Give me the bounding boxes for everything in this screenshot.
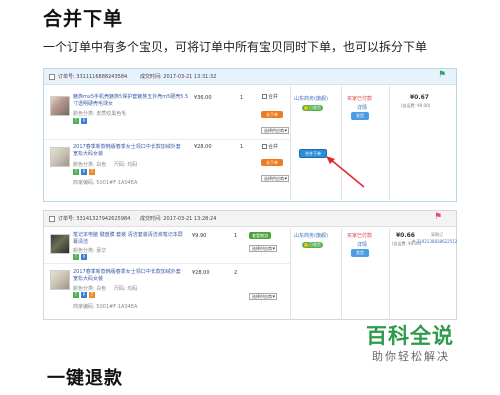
payment-status: 买家已付款: [347, 233, 373, 239]
purchase-order-link[interactable]: # 3192138838622512: [412, 239, 457, 244]
product-price: ¥28.00: [194, 144, 212, 150]
order-total: ¥0.66: [396, 232, 415, 239]
order-time: 成交时间: 2017-03-21 13:28:24: [140, 216, 217, 222]
order-header: 订单号: 33141327942625984 成交时间: 2017-03-21 …: [44, 211, 456, 227]
status-badge: 已收货: [302, 242, 323, 248]
order-select-checkbox[interactable]: [49, 216, 55, 222]
product-attr: 尺码: 均码: [114, 162, 138, 168]
supplier-select[interactable]: 选择供应商: [261, 175, 289, 182]
shipping-fee: (含运费: ¥0.00): [401, 103, 431, 108]
product-image[interactable]: [50, 270, 70, 290]
tag-icon: T: [73, 118, 79, 124]
product-attr: 颜色分类: 白色: [73, 286, 107, 292]
merge-checkbox[interactable]: 合并: [262, 143, 278, 150]
supplier-select[interactable]: 选择供应商: [261, 127, 289, 134]
tag-icon: T: [89, 169, 95, 175]
shop-link[interactable]: 山东商务(旗舰): [294, 95, 328, 102]
purchase-label: 采购订: [431, 232, 443, 237]
detail-link[interactable]: 详情: [357, 104, 367, 111]
tag-icon: T: [73, 169, 79, 175]
order-time: 成交时间: 2017-03-21 13:31:32: [140, 74, 217, 80]
tag-icon: T: [73, 254, 79, 260]
product-attr: 颜色分类: 皮质纹黑色毛: [73, 111, 127, 117]
product-qty: 1: [234, 233, 238, 239]
product-image[interactable]: [50, 96, 70, 116]
supplier-code: 商家编码: 5001#F-1A04EA: [73, 304, 138, 310]
flag-icon[interactable]: ⚑: [438, 71, 446, 80]
order-number: 订单号: 3311116888243584: [58, 74, 128, 80]
product-qty: 1: [240, 144, 244, 150]
order-number: 订单号: 33141327942625984: [58, 216, 131, 222]
product-attr: 颜色分类: 白色: [73, 162, 107, 168]
heading-merge-order: 合并下单: [43, 8, 124, 30]
tag-icon: P: [81, 292, 87, 298]
product-price: ¥9.90: [192, 233, 207, 239]
tag-icon: P: [81, 169, 87, 175]
supplier-select[interactable]: 选择供应商: [249, 245, 277, 252]
product-attr: 尺码: 均码: [114, 286, 138, 292]
watermark-subtitle: 助你轻松解决: [372, 350, 450, 363]
place-order-button[interactable]: 去下单: [261, 111, 283, 118]
merge-order-button[interactable]: 合并下单: [299, 149, 327, 158]
product-qty: 1: [240, 95, 244, 101]
product-title[interactable]: 2017春季新款韩版春季女士领口中长款加绒外套宽松大码女装: [73, 269, 185, 283]
ship-button[interactable]: 发货: [351, 112, 369, 120]
product-attr: 颜色分类: 豪华: [73, 248, 107, 254]
flag-icon[interactable]: ⚑: [434, 213, 442, 222]
product-title[interactable]: 笔记本电脑 键盘膜 套装 清洁套装清洁液笔记本屏幕清洁: [73, 232, 185, 246]
order-card-1: 订单号: 3311116888243584 成交时间: 2017-03-21 1…: [43, 68, 457, 202]
order-select-checkbox[interactable]: [49, 74, 55, 80]
payment-status: 买家已付款: [347, 96, 373, 102]
ship-button[interactable]: 发货: [351, 249, 369, 257]
product-image[interactable]: [50, 147, 70, 167]
logistics-button[interactable]: 查看物流: [249, 232, 271, 239]
product-price: ¥36.00: [194, 95, 212, 101]
detail-link[interactable]: 详情: [357, 241, 367, 248]
watermark-title: 百科全说: [366, 324, 454, 348]
arrow-pointer-icon: [326, 156, 365, 188]
supplier-select[interactable]: 选择供应商: [249, 293, 277, 300]
merge-checkbox[interactable]: 合并: [262, 93, 278, 100]
intro-text: 一个订单中有多个宝贝，可将订单中所有宝贝同时下单，也可以拆分下单: [43, 40, 428, 54]
order-card-2: 订单号: 33141327942625984 成交时间: 2017-03-21 …: [43, 210, 457, 320]
product-image[interactable]: [50, 234, 70, 254]
product-title[interactable]: 2017春季新款韩版春季女士领口中长款加绒外套宽松大码女装: [73, 144, 185, 158]
product-title[interactable]: 魅族mx5手机壳魅族5保护套魅族五外壳m5硬壳5.5寸透明硬壳毛球女: [73, 94, 191, 108]
tag-icon: T: [73, 292, 79, 298]
shop-link[interactable]: 山东商务(旗舰): [294, 232, 328, 239]
order-header: 订单号: 3311116888243584 成交时间: 2017-03-21 1…: [44, 69, 456, 85]
heading-refund: 一键退款: [47, 368, 123, 389]
tag-icon: P: [81, 118, 87, 124]
supplier-code: 商家编码: 5001#F-1A04EA: [73, 180, 138, 186]
place-order-button[interactable]: 去下单: [261, 159, 283, 166]
order-total: ¥0.67: [410, 94, 429, 101]
status-badge: 已收货: [302, 105, 323, 111]
product-qty: 2: [234, 270, 238, 276]
tag-icon: T: [89, 292, 95, 298]
tag-icon: P: [81, 254, 87, 260]
product-price: ¥28.00: [192, 270, 210, 276]
